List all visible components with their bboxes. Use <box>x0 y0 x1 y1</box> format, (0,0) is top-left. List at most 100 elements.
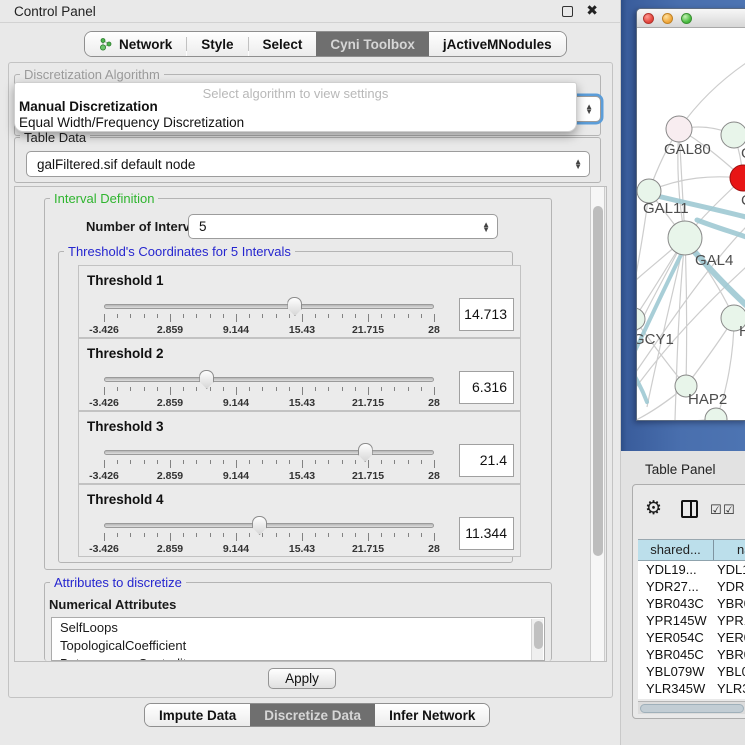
threshold-1-value-field[interactable]: 14.713 <box>459 298 514 331</box>
network-node-gcy1[interactable] <box>637 308 645 330</box>
tick-mark <box>368 533 369 541</box>
tick-mark <box>342 387 343 391</box>
threshold-3-block: Threshold 3 -3.4262.8599.14415.4321.7152… <box>78 411 521 484</box>
tick-mark <box>104 460 105 468</box>
tick-mark <box>328 460 329 464</box>
threshold-3-value-field[interactable]: 21.4 <box>459 444 514 477</box>
slider-track[interactable] <box>104 523 434 528</box>
tick-mark <box>196 533 197 537</box>
cell-shared-name: YPR145W <box>646 613 707 628</box>
list-item[interactable]: TopologicalCoefficient <box>52 636 544 654</box>
scrollbar-thumb[interactable] <box>640 704 744 713</box>
cell-shared-name: YIL052C <box>646 698 697 699</box>
numerical-attributes-list[interactable]: SelfLoops TopologicalCoefficient Between… <box>51 617 545 661</box>
slider-ticks <box>104 314 434 322</box>
tick-label: 9.144 <box>223 543 249 555</box>
list-vertical-scrollbar[interactable] <box>531 619 543 661</box>
network-window-titlebar[interactable] <box>637 9 745 28</box>
tab-cyni-toolbox-label: Cyni Toolbox <box>330 37 415 52</box>
table-row[interactable]: YPR145W YPR14 <box>638 612 745 629</box>
tab-cyni-toolbox[interactable]: Cyni Toolbox <box>316 32 429 56</box>
slider-tick-labels: -3.4262.8599.14415.4321.71528 <box>104 324 434 336</box>
tab-network[interactable]: Network <box>85 32 186 56</box>
network-graph: GAL80 G C GAL11 GAL4 GCY1 H HAP2 <box>637 28 745 421</box>
tab-select-label: Select <box>263 37 303 52</box>
tick-mark <box>262 387 263 391</box>
window-minimize-icon[interactable] <box>662 13 673 24</box>
cell-name: YBR04 <box>717 596 745 611</box>
slider-track[interactable] <box>104 377 434 382</box>
tick-label: 28 <box>428 324 440 336</box>
slider-track[interactable] <box>104 304 434 309</box>
threshold-1-label: Threshold 1 <box>87 273 164 288</box>
close-icon[interactable]: ✖ <box>586 2 598 19</box>
tab-select[interactable]: Select <box>249 32 317 56</box>
tick-mark <box>289 460 290 464</box>
dropdown-option-equal-width-frequency[interactable]: Equal Width/Frequency Discretization <box>15 114 576 130</box>
number-of-intervals-combo[interactable]: 5 ▲▼ <box>188 214 498 239</box>
control-panel: Control Panel ✖ Network <box>0 0 621 745</box>
node-label-gcy1: GCY1 <box>637 331 674 348</box>
threshold-1-block: Threshold 1 -3.4262.8599.14415.4321.7152… <box>78 265 521 338</box>
tick-mark <box>183 314 184 318</box>
tab-style[interactable]: Style <box>187 32 247 56</box>
table-row[interactable]: YDR27... YDR27 <box>638 578 745 595</box>
tick-mark <box>249 533 250 537</box>
number-of-intervals-value: 5 <box>199 219 207 234</box>
tab-infer-network[interactable]: Infer Network <box>375 704 489 726</box>
tick-label: -3.426 <box>89 397 119 409</box>
tick-mark <box>183 387 184 391</box>
column-header-shared-name[interactable]: shared... <box>638 540 714 560</box>
network-node-gal80[interactable] <box>666 116 692 142</box>
threshold-2-value-field[interactable]: 6.316 <box>459 371 514 404</box>
settings-vertical-scrollbar[interactable] <box>590 187 605 661</box>
tick-label: 28 <box>428 543 440 555</box>
gear-icon[interactable]: ⚙ <box>645 497 662 520</box>
network-canvas[interactable]: GAL80 G C GAL11 GAL4 GCY1 H HAP2 <box>637 28 745 421</box>
table-row[interactable]: YBR043C YBR04 <box>638 595 745 612</box>
columns-icon[interactable] <box>681 500 698 518</box>
table-row[interactable]: YDL19... YDL19 <box>638 561 745 578</box>
tick-label: 21.715 <box>352 324 384 336</box>
table-row[interactable]: YBL079W YBL07 <box>638 663 745 680</box>
tab-discretize-data[interactable]: Discretize Data <box>250 704 375 726</box>
tab-jactivemnodules[interactable]: jActiveMNodules <box>429 32 566 56</box>
apply-button[interactable]: Apply <box>268 668 336 689</box>
window-close-icon[interactable] <box>643 13 654 24</box>
table-row[interactable]: YLR345W YLR34 <box>638 680 745 697</box>
table-row[interactable]: YIL052C YIL05 <box>638 697 745 699</box>
tab-impute-data[interactable]: Impute Data <box>145 704 250 726</box>
table-row[interactable]: YER054C YER05 <box>638 629 745 646</box>
select-none-checkbox-icon[interactable]: ☑ <box>723 502 735 518</box>
table-horizontal-scrollbar[interactable] <box>638 701 745 714</box>
tick-mark <box>144 314 145 318</box>
list-item[interactable]: BetweennessCentrality <box>52 654 544 661</box>
table-data-combo[interactable]: galFiltered.sif default node ▲▼ <box>26 151 590 177</box>
thresholds-group: Threshold's Coordinates for 5 Intervals … <box>58 251 513 563</box>
column-header-name[interactable]: na <box>715 540 745 560</box>
scrollbar-thumb[interactable] <box>593 206 603 556</box>
dropdown-hint: Select algorithm to view settings <box>15 83 576 98</box>
network-node-gal4[interactable] <box>668 221 702 255</box>
tick-mark <box>196 460 197 464</box>
slider-track[interactable] <box>104 450 434 455</box>
tick-mark <box>368 460 369 468</box>
tick-label: 15.43 <box>289 543 315 555</box>
network-node-partial-bottom[interactable] <box>705 408 727 421</box>
table-body: YDL19... YDL19 YDR27... YDR27 YBR043C YB… <box>638 561 745 699</box>
table-panel-title: Table Panel <box>645 462 716 477</box>
attributes-title: Attributes to discretize <box>50 575 186 590</box>
tick-mark <box>302 460 303 468</box>
select-all-checkbox-icon[interactable]: ☑ <box>710 502 722 518</box>
table-row[interactable]: YBR045C YBR04 <box>638 646 745 663</box>
window-zoom-icon[interactable] <box>681 13 692 24</box>
tick-mark <box>421 533 422 537</box>
threshold-4-value-field[interactable]: 11.344 <box>459 517 514 550</box>
float-window-icon[interactable] <box>562 6 573 17</box>
cell-name: YER05 <box>717 630 745 645</box>
threshold-3-slider: -3.4262.8599.14415.4321.71528 <box>104 448 434 482</box>
cell-shared-name: YBL079W <box>646 664 705 679</box>
scrollbar-thumb[interactable] <box>534 621 543 649</box>
node-label-partial-g: G <box>741 145 745 162</box>
list-item[interactable]: SelfLoops <box>52 618 544 636</box>
